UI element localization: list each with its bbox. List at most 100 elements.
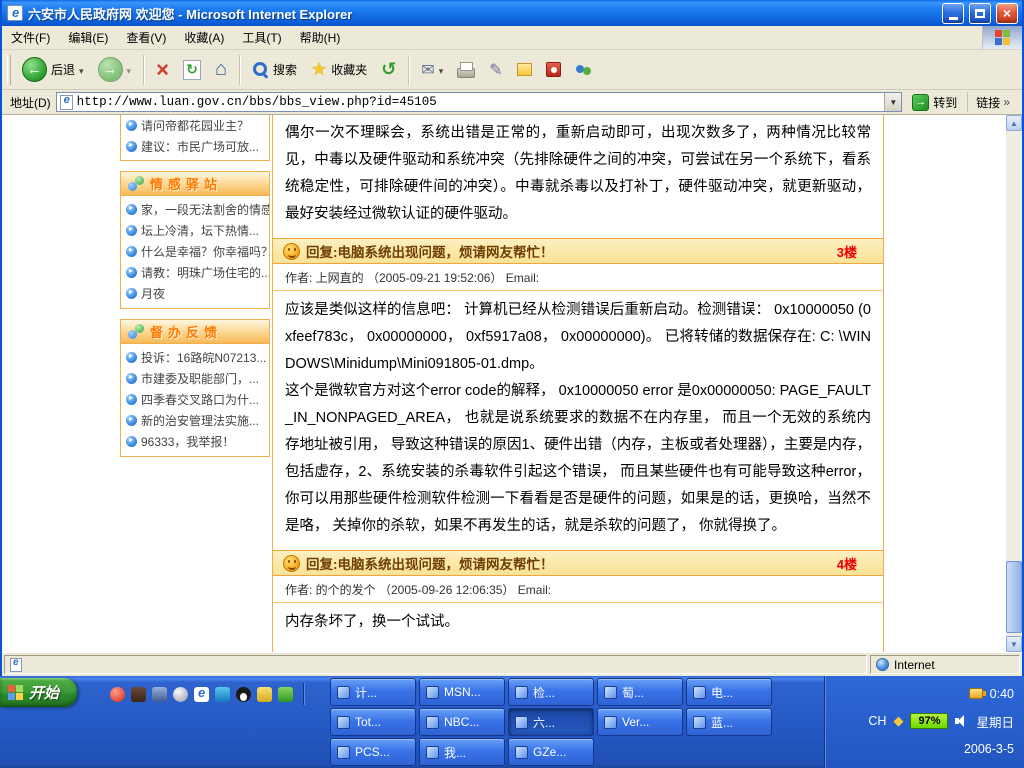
- maximize-button[interactable]: [969, 3, 991, 24]
- sidebar-topic-link[interactable]: 请教：明珠广场住宅的...: [121, 262, 269, 283]
- discuss-button[interactable]: [511, 52, 538, 88]
- menu-file[interactable]: 文件(F): [2, 26, 59, 49]
- sidebar-topic-link[interactable]: 月夜: [121, 283, 269, 304]
- address-label: 地址(D): [6, 94, 51, 111]
- toolbar-grip[interactable]: [7, 55, 11, 85]
- home-button[interactable]: [209, 52, 233, 88]
- volume-icon[interactable]: [955, 715, 969, 727]
- zone-label: Internet: [894, 658, 935, 672]
- task-button[interactable]: 计...: [330, 678, 416, 706]
- task-button-icon: [337, 716, 350, 729]
- smiley-icon: [283, 555, 300, 572]
- quicklaunch-icon-1[interactable]: [110, 687, 125, 702]
- menu-favorites[interactable]: 收藏(A): [175, 26, 233, 49]
- star-icon: [311, 59, 327, 80]
- refresh-button[interactable]: [177, 52, 207, 88]
- quicklaunch-icon-9[interactable]: [278, 687, 293, 702]
- scroll-track[interactable]: [1006, 131, 1022, 636]
- window-title: 六安市人民政府网 欢迎您 - Microsoft Internet Explor…: [28, 4, 937, 23]
- go-button[interactable]: 转到: [907, 91, 962, 113]
- sidebar-topic-link[interactable]: 坛上冷清，坛下热情...: [121, 220, 269, 241]
- scroll-thumb[interactable]: [1006, 561, 1022, 633]
- history-button[interactable]: [375, 52, 402, 88]
- sidebar-topic-link[interactable]: 请问帝都花园业主？: [121, 115, 269, 136]
- quicklaunch-qq-icon[interactable]: [236, 687, 251, 702]
- sidebar-topic-link[interactable]: 建议：市民广场可放...: [121, 136, 269, 157]
- windows-flag-icon: [8, 685, 23, 700]
- task-button[interactable]: NBC...: [419, 708, 505, 736]
- sidebar-topic-link[interactable]: 家，一段无法割舍的情感: [121, 199, 269, 220]
- tray-alert-icon[interactable]: [893, 713, 903, 729]
- toolbar-separator: [143, 55, 144, 85]
- red-app-button[interactable]: [540, 52, 567, 88]
- task-button-label: PCS...: [355, 745, 390, 759]
- back-button[interactable]: 后退: [16, 52, 90, 88]
- task-button[interactable]: PCS...: [330, 738, 416, 766]
- sidebar-topic-link[interactable]: 96333，我举报！: [121, 431, 269, 452]
- task-button-icon: [426, 716, 439, 729]
- sidebar-topic-link[interactable]: 投诉：16路皖N07213...: [121, 347, 269, 368]
- back-dropdown-icon[interactable]: [79, 63, 84, 77]
- vertical-scrollbar[interactable]: [1006, 115, 1022, 652]
- task-button[interactable]: GZe...: [508, 738, 594, 766]
- battery-indicator[interactable]: 97%: [910, 713, 948, 729]
- task-button[interactable]: 我...: [419, 738, 505, 766]
- task-button-active[interactable]: 六...: [508, 708, 594, 736]
- task-button[interactable]: MSN...: [419, 678, 505, 706]
- quicklaunch-ie-icon[interactable]: [194, 687, 209, 702]
- menu-tools[interactable]: 工具(T): [233, 26, 290, 49]
- quicklaunch-icon-2[interactable]: [131, 687, 146, 702]
- quicklaunch-icon-3[interactable]: [152, 687, 167, 702]
- task-button-icon: [426, 686, 439, 699]
- scroll-up-button[interactable]: [1006, 115, 1022, 131]
- task-button[interactable]: 蓝...: [686, 708, 772, 736]
- topic-label: 请教：明珠广场住宅的...: [141, 264, 269, 281]
- task-button[interactable]: 萄...: [597, 678, 683, 706]
- task-button[interactable]: Tot...: [330, 708, 416, 736]
- start-button[interactable]: 开始: [0, 678, 77, 707]
- mail-button[interactable]: [415, 52, 449, 88]
- edit-button[interactable]: [483, 52, 508, 88]
- power-icon[interactable]: [969, 688, 983, 699]
- chevron-icon: [1003, 95, 1010, 109]
- language-indicator[interactable]: CH: [868, 714, 886, 728]
- forum-page: 请问帝都花园业主？ 建议：市民广场可放... 情感驿站 家，一段无法割舍的情感: [2, 115, 1006, 652]
- post-paragraph: 应该是类似这样的信息吧： 计算机已经从检测错误后重新启动。检测错误： 0x100…: [273, 291, 883, 378]
- search-button[interactable]: 搜索: [246, 52, 303, 88]
- address-dropdown-button[interactable]: [884, 93, 901, 111]
- task-button[interactable]: Ver...: [597, 708, 683, 736]
- quicklaunch-icon-4[interactable]: [173, 687, 188, 702]
- favorites-button[interactable]: 收藏夹: [305, 52, 373, 88]
- forward-button[interactable]: [92, 52, 138, 88]
- quicklaunch-icon-8[interactable]: [257, 687, 272, 702]
- messenger-button[interactable]: [569, 52, 598, 88]
- sidebar-topic-link[interactable]: 什么是幸福？你幸福吗？: [121, 241, 269, 262]
- address-url[interactable]: http://www.luan.gov.cn/bbs/bbs_view.php?…: [77, 95, 881, 109]
- task-button-label: Ver...: [622, 715, 649, 729]
- menu-bar: 文件(F) 编辑(E) 查看(V) 收藏(A) 工具(T) 帮助(H): [2, 26, 1022, 50]
- sidebar-topic-link[interactable]: 四季春交叉路口为什...: [121, 389, 269, 410]
- menu-view[interactable]: 查看(V): [117, 26, 175, 49]
- scroll-down-button[interactable]: [1006, 636, 1022, 652]
- stop-button[interactable]: [150, 52, 175, 88]
- arrow-bullet-icon: [126, 267, 137, 278]
- print-button[interactable]: [451, 52, 481, 88]
- close-button[interactable]: [996, 3, 1018, 24]
- task-button[interactable]: 电...: [686, 678, 772, 706]
- minimize-button[interactable]: [942, 3, 964, 24]
- links-button[interactable]: 链接: [967, 92, 1018, 112]
- sidebar-topic-link[interactable]: 新的治安管理法实施...: [121, 410, 269, 431]
- address-input[interactable]: http://www.luan.gov.cn/bbs/bbs_view.php?…: [56, 92, 903, 112]
- topic-label: 家，一段无法割舍的情感: [141, 201, 269, 218]
- system-tray: 0:40 CH 97% 星期日 2006-3-5: [824, 676, 1024, 768]
- task-button[interactable]: 检...: [508, 678, 594, 706]
- sidebar-topic-link[interactable]: 市建委及职能部门，...: [121, 368, 269, 389]
- menu-help[interactable]: 帮助(H): [291, 26, 350, 49]
- quicklaunch-icon-6[interactable]: [215, 687, 230, 702]
- go-icon: [912, 94, 929, 111]
- arrow-bullet-icon: [126, 288, 137, 299]
- menu-edit[interactable]: 编辑(E): [59, 26, 117, 49]
- back-icon: [22, 57, 47, 82]
- mail-icon: [421, 60, 434, 80]
- mail-dropdown-icon[interactable]: [439, 63, 444, 77]
